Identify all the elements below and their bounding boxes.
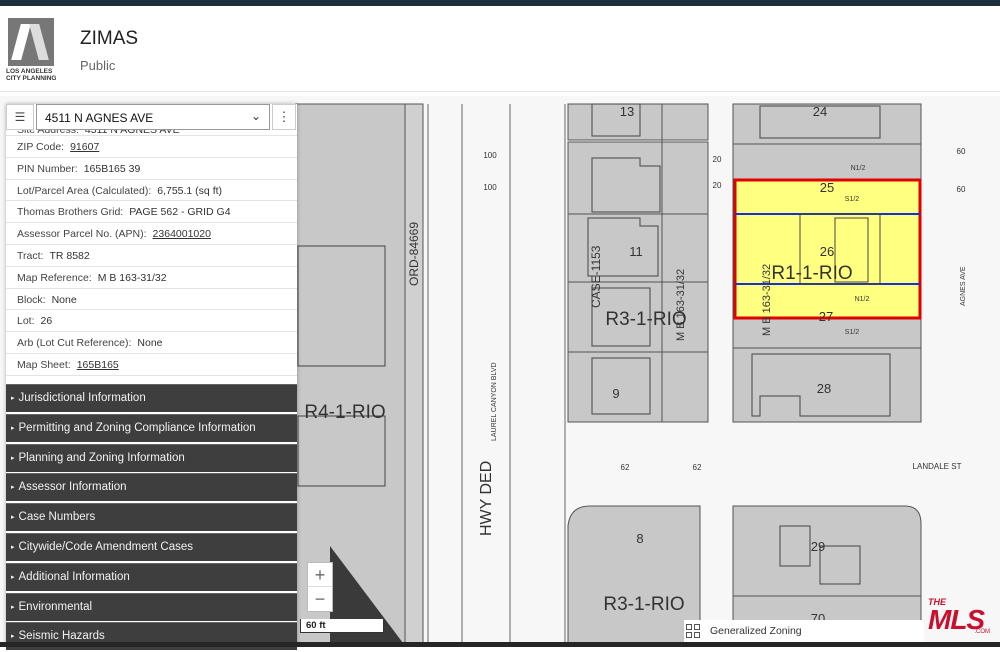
detail-row-map-reference: Map Reference: M B 163-31/32 xyxy=(6,267,297,289)
logo-mark-icon xyxy=(8,18,54,66)
svg-text:100: 100 xyxy=(483,151,497,160)
section-assessor[interactable]: ▸ Assessor Information xyxy=(6,473,297,502)
caret-right-icon: ▸ xyxy=(11,454,15,462)
section-planning-zoning[interactable]: ▸ Planning and Zoning Information xyxy=(6,443,297,472)
property-info-panel: Site Address: 4511 N AGNES AVE ZIP Code: 9… xyxy=(6,104,297,651)
parcel-block-lower-middle xyxy=(567,505,701,647)
city-planning-logo: LOS ANGELES CITY PLANNING xyxy=(6,18,58,86)
zoom-out-button[interactable]: − xyxy=(308,587,332,611)
svg-text:29: 29 xyxy=(811,539,825,554)
svg-text:27: 27 xyxy=(819,309,833,324)
zone-label: R3-1-RIO xyxy=(603,594,684,615)
svg-text:N1/2: N1/2 xyxy=(851,165,866,172)
info-sections: ▸ Jurisdictional Information ▸ Permitting … xyxy=(6,384,297,652)
street-label: HWY DED xyxy=(478,461,495,536)
detail-row-tract: Tract: TR 8582 xyxy=(6,245,297,267)
street-label: LANDALE ST xyxy=(913,462,962,471)
legend-label: Generalized Zoning xyxy=(710,625,802,637)
section-permitting-zoning[interactable]: ▸ Permitting and Zoning Compliance Inform… xyxy=(6,413,297,442)
svg-text:20: 20 xyxy=(713,155,722,164)
tract-label: M B 163-31/32 xyxy=(761,264,773,336)
zoom-control: + − xyxy=(307,562,333,612)
detail-row-map-sheet: Map Sheet: 165B165 xyxy=(6,354,297,376)
caret-right-icon: ▸ xyxy=(11,633,15,641)
zip-code-link[interactable]: 91607 xyxy=(70,141,99,153)
section-case-numbers[interactable]: ▸ Case Numbers xyxy=(6,503,297,532)
svg-text:S1/2: S1/2 xyxy=(845,196,860,203)
street-label: AGNES AVE xyxy=(960,266,967,306)
svg-text:8: 8 xyxy=(636,531,643,546)
ord-strip xyxy=(404,103,424,647)
caret-right-icon: ▸ xyxy=(11,573,15,581)
scale-bar: 60 ft xyxy=(300,619,384,633)
apn-link[interactable]: 2364001020 xyxy=(153,228,211,240)
detail-row-zip: ZIP Code: 91607 xyxy=(6,136,297,158)
logo-text: LOS ANGELES CITY PLANNING xyxy=(6,68,57,82)
app-title: ZIMAS xyxy=(80,28,139,49)
caret-right-icon: ▸ xyxy=(11,395,15,402)
svg-text:13: 13 xyxy=(620,104,634,119)
svg-text:24: 24 xyxy=(813,104,827,119)
detail-row-pin: PIN Number: 165B165 39 xyxy=(6,158,297,180)
svg-text:60: 60 xyxy=(957,147,966,156)
detail-row-thomas-grid: Thomas Brothers Grid: PAGE 562 - GRID G4 xyxy=(6,201,297,224)
svg-text:11: 11 xyxy=(629,244,643,259)
address-search-input[interactable]: 4511 N AGNES AVE ⌄ xyxy=(36,104,270,130)
legend-toggle[interactable]: Generalized Zoning xyxy=(684,620,924,642)
property-detail-list: Site Address: 4511 N AGNES AVE ZIP Code: 9… xyxy=(6,124,297,376)
kebab-icon: ⋮ xyxy=(277,109,291,124)
svg-text:S1/2: S1/2 xyxy=(845,329,860,336)
zoom-in-button[interactable]: + xyxy=(308,563,332,587)
detail-row-apn: Assessor Parcel No. (APN): 2364001020 xyxy=(6,223,297,245)
app-subtitle: Public xyxy=(80,58,116,73)
bottom-bar xyxy=(0,642,1000,647)
chevron-down-icon[interactable]: ⌄ xyxy=(251,109,261,123)
caret-right-icon: ▸ xyxy=(11,424,15,432)
svg-text:20: 20 xyxy=(713,181,722,190)
svg-text:25: 25 xyxy=(820,180,834,195)
svg-text:28: 28 xyxy=(817,381,831,396)
svg-text:26: 26 xyxy=(820,244,834,259)
legend-grid-icon xyxy=(686,624,700,638)
case-label: ORD-84669 xyxy=(407,222,421,286)
section-citywide-cases[interactable]: ▸ Citywide/Code Amendment Cases xyxy=(6,532,297,561)
menu-button[interactable]: ☰ xyxy=(6,104,34,130)
mls-watermark: THE MLS .COM xyxy=(928,597,990,635)
section-additional-info[interactable]: ▸ Additional Information xyxy=(6,562,297,591)
caret-right-icon: ▸ xyxy=(11,603,15,611)
caret-right-icon: ▸ xyxy=(11,514,15,522)
street-label: LAUREL CANYON BLVD xyxy=(491,362,498,441)
search-row: ☰ 4511 N AGNES AVE ⌄ ⋮ xyxy=(6,104,297,130)
detail-row-arb: Arb (Lot Cut Reference): None xyxy=(6,332,297,354)
detail-row-lot-area: Lot/Parcel Area (Calculated): 6,755.1 (sq… xyxy=(6,180,297,202)
case-label: CASE-1153 xyxy=(589,245,603,308)
map-sheet-link[interactable]: 165B165 xyxy=(77,359,119,371)
svg-text:62: 62 xyxy=(621,463,630,472)
detail-row-lot: Lot: 26 xyxy=(6,310,297,333)
zone-label: R1-1-RIO xyxy=(771,263,852,284)
caret-right-icon: ▸ xyxy=(11,484,15,492)
tract-label: M B 163-31/32 xyxy=(675,269,687,341)
detail-row-block: Block: None xyxy=(6,289,297,311)
app-header: LOS ANGELES CITY PLANNING ZIMAS Public xyxy=(0,6,1000,92)
svg-text:100: 100 xyxy=(483,183,497,192)
zone-label: R4-1-RIO xyxy=(304,402,385,423)
more-options-button[interactable]: ⋮ xyxy=(272,104,296,130)
svg-text:62: 62 xyxy=(693,463,702,472)
svg-text:60: 60 xyxy=(957,185,966,194)
caret-right-icon: ▸ xyxy=(11,543,15,551)
section-jurisdictional[interactable]: ▸ Jurisdictional Information xyxy=(6,384,297,412)
hamburger-icon: ☰ xyxy=(14,110,26,124)
parcel-block-middle-top xyxy=(567,103,709,141)
section-environmental[interactable]: ▸ Environmental xyxy=(6,592,297,621)
svg-text:9: 9 xyxy=(612,386,619,401)
svg-text:N1/2: N1/2 xyxy=(855,296,870,303)
